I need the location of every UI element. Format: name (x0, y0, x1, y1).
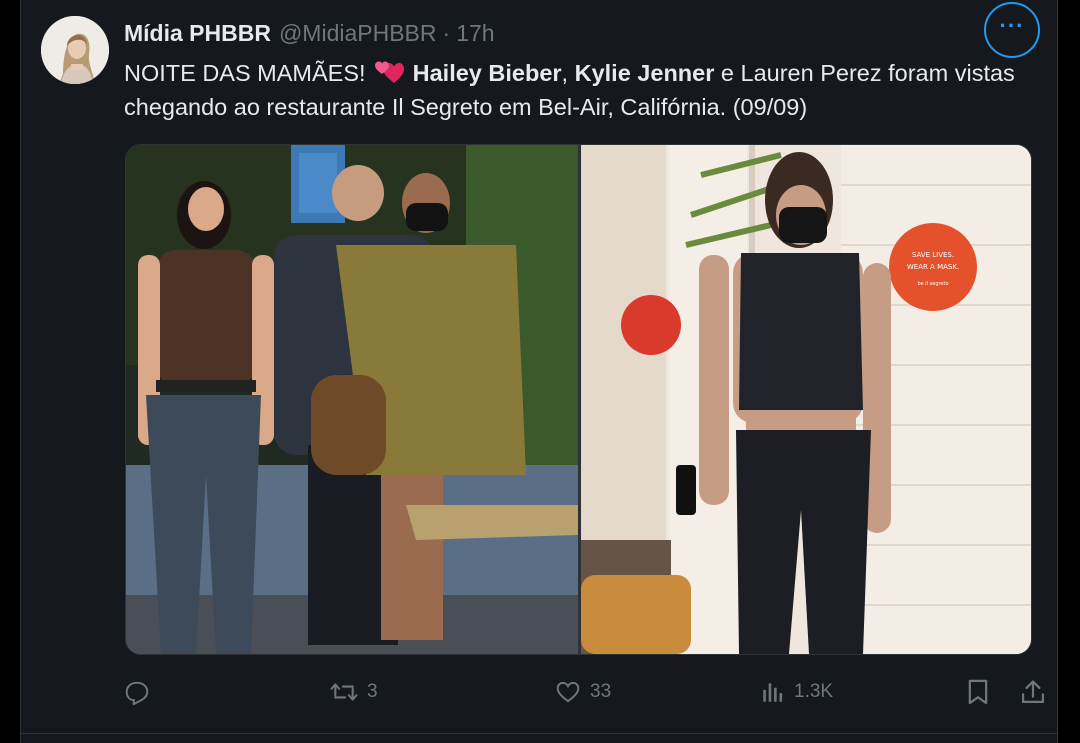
photo-left[interactable] (126, 145, 578, 654)
mention-kylie: Kylie Jenner (574, 60, 715, 86)
divider (21, 733, 1057, 734)
photo-right-image: SAVE LIVES. WEAR A MASK. be il segreto (581, 145, 1031, 654)
analytics-icon (763, 683, 783, 702)
bookmark-button[interactable] (966, 672, 990, 712)
tweet-header: Mídia PHBBR @MidiaPHBBR · 17h (124, 18, 495, 48)
more-icon: ··· (999, 13, 1025, 38)
more-options-button[interactable]: ··· (984, 2, 1040, 58)
action-bar: 3 33 1.3K (124, 672, 1046, 712)
media-grid: SAVE LIVES. WEAR A MASK. be il segreto (125, 144, 1032, 655)
like-count: 33 (590, 681, 612, 702)
views-count: 1.3K (794, 681, 834, 702)
sign-line-3: be il segreto (917, 281, 948, 287)
bookmark-icon (968, 679, 988, 705)
share-icon (1021, 680, 1045, 704)
tweet-text: NOITE DAS MAMÃES! Hailey Bieber, Kylie J… (124, 56, 1039, 124)
avatar-image (41, 16, 109, 84)
header-separator: · (442, 19, 451, 46)
reply-icon (125, 681, 149, 705)
display-name[interactable]: Mídia PHBBR (124, 20, 271, 47)
tweet-text-intro: NOITE DAS MAMÃES! (124, 60, 366, 86)
sign-line-2: WEAR A MASK. (907, 263, 959, 271)
views-button[interactable]: 1.3K (760, 672, 833, 712)
share-button[interactable] (1020, 672, 1046, 712)
user-handle[interactable]: @MidiaPHBBR (279, 20, 437, 47)
tweet-text-comma: , (561, 60, 569, 86)
tweet-card[interactable]: Mídia PHBBR @MidiaPHBBR · 17h ··· NOITE … (20, 0, 1058, 743)
tweet-timestamp[interactable]: 17h (456, 20, 494, 47)
two-hearts-icon (375, 61, 405, 83)
mention-hailey: Hailey Bieber (412, 60, 562, 86)
heart-icon (556, 681, 580, 703)
retweet-button[interactable]: 3 (329, 672, 378, 712)
avatar[interactable] (41, 16, 109, 84)
sign-line-1: SAVE LIVES. (912, 251, 954, 259)
reply-button[interactable] (124, 672, 150, 712)
retweet-icon (330, 683, 358, 701)
like-button[interactable]: 33 (554, 672, 611, 712)
photo-right[interactable]: SAVE LIVES. WEAR A MASK. be il segreto (581, 145, 1031, 654)
photo-left-image (126, 145, 578, 654)
retweet-count: 3 (367, 681, 378, 702)
